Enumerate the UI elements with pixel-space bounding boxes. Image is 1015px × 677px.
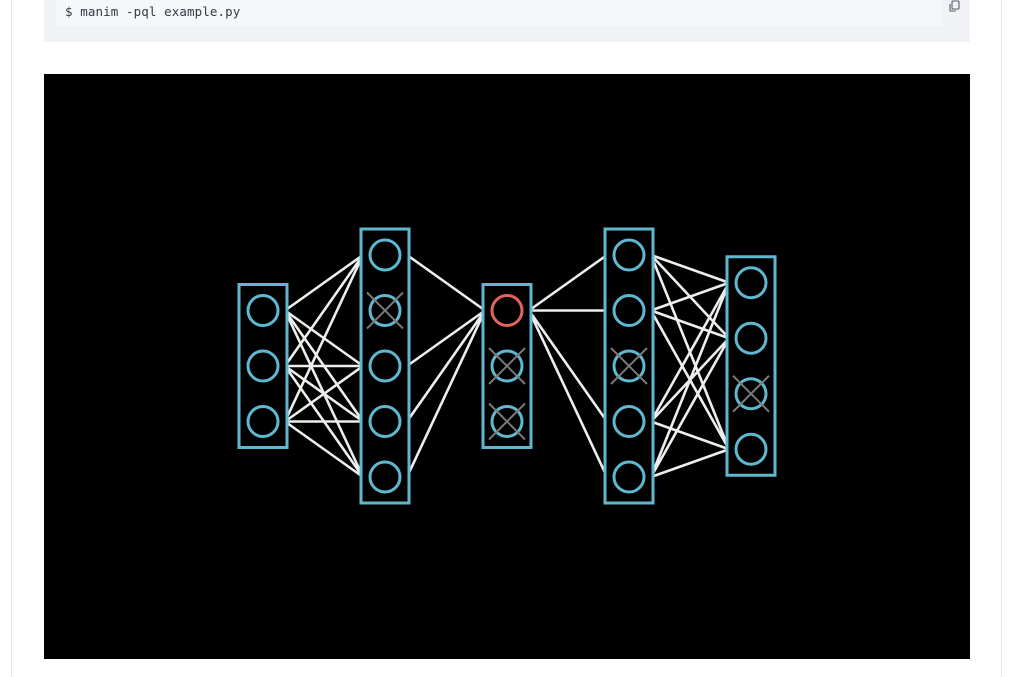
neuron xyxy=(368,405,402,438)
code-line-background: $ manim -pql example.py xyxy=(56,0,942,26)
docs-page: $ manim -pql example.py xyxy=(0,0,1015,677)
neuron xyxy=(612,460,646,494)
connection-edge xyxy=(649,282,731,478)
neuron xyxy=(734,266,768,300)
content-border-right xyxy=(1001,0,1002,677)
neuron xyxy=(612,238,646,272)
neuron xyxy=(734,321,768,355)
neuron xyxy=(368,238,402,272)
neuron xyxy=(612,294,646,327)
shell-command: $ manim -pql example.py xyxy=(65,4,241,19)
neuron xyxy=(246,349,280,383)
highlighted-neuron xyxy=(490,294,524,327)
copy-button[interactable] xyxy=(946,0,964,14)
neuron xyxy=(246,294,280,327)
connection-edge xyxy=(527,309,609,478)
neuron xyxy=(734,432,768,466)
copy-icon xyxy=(949,0,960,12)
neural-network-diagram xyxy=(237,227,777,505)
neuron xyxy=(368,349,402,383)
code-block: $ manim -pql example.py xyxy=(44,0,970,42)
neuron xyxy=(246,405,280,438)
connection-edge xyxy=(650,448,730,479)
neuron xyxy=(612,405,646,438)
neuron xyxy=(368,460,402,494)
connection-edge xyxy=(528,253,608,312)
connection-edge xyxy=(405,309,487,478)
connection-edge xyxy=(527,309,609,423)
animation-frame xyxy=(44,74,970,659)
connection-edge xyxy=(406,253,486,312)
connection-edge xyxy=(405,309,487,423)
content-border-left xyxy=(11,0,12,677)
connection-edge xyxy=(283,254,365,367)
